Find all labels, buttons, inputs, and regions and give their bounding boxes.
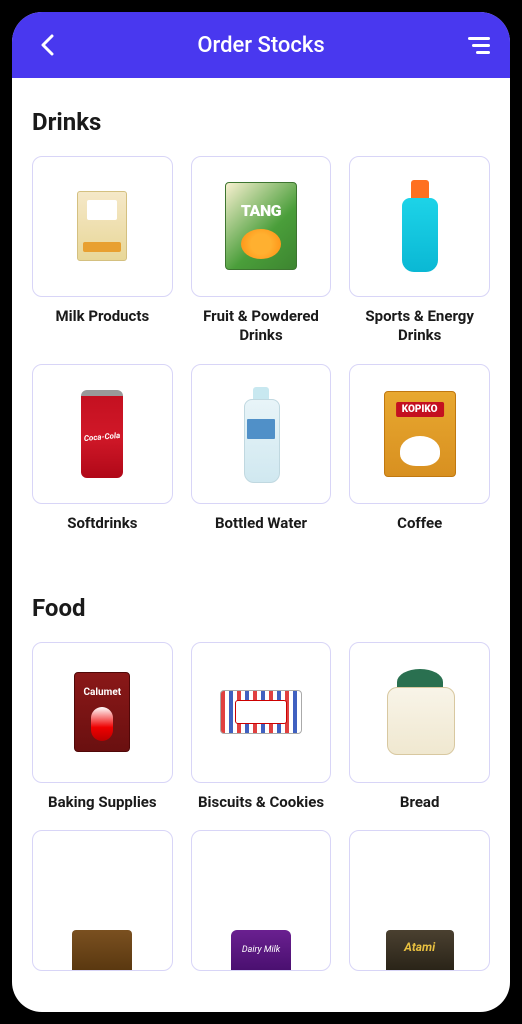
product-image (349, 156, 490, 297)
product-image (32, 830, 173, 971)
category-softdrinks[interactable]: Softdrinks (32, 364, 173, 534)
product-image (32, 156, 173, 297)
content-scroll[interactable]: Drinks Milk Products Fruit & Powdered Dr… (12, 78, 510, 1012)
menu-button[interactable] (460, 30, 490, 60)
water-bottle-icon (244, 387, 278, 481)
product-image (32, 642, 173, 783)
category-bread[interactable]: Bread (349, 642, 490, 812)
category-label: Sports & Energy Drinks (349, 307, 490, 346)
category-bottled-water[interactable]: Bottled Water (191, 364, 332, 534)
category-label: Bread (400, 793, 440, 813)
back-button[interactable] (32, 30, 62, 60)
category-label: Coffee (397, 514, 442, 534)
section-title-drinks: Drinks (32, 108, 490, 136)
milk-box-icon (77, 191, 127, 261)
category-label: Softdrinks (67, 514, 137, 534)
category-biscuits-cookies[interactable]: Biscuits & Cookies (191, 642, 332, 812)
product-image (191, 830, 332, 971)
coke-can-icon (81, 390, 123, 478)
product-image (191, 156, 332, 297)
partial-product-icon (72, 930, 132, 970)
atami-can-icon (386, 930, 454, 970)
biscuit-pack-icon (220, 690, 303, 734)
sports-bottle-icon (402, 180, 438, 272)
category-fruit-powdered-drinks[interactable]: Fruit & Powdered Drinks (191, 156, 332, 346)
tang-pack-icon (225, 182, 297, 270)
product-image (349, 364, 490, 505)
category-label: Baking Supplies (48, 793, 157, 813)
category-label: Bottled Water (215, 514, 307, 534)
page-title: Order Stocks (197, 33, 324, 58)
category-coffee[interactable]: Coffee (349, 364, 490, 534)
calumet-pack-icon (74, 672, 130, 752)
category-partial-1[interactable] (32, 830, 173, 971)
coffee-pack-icon (384, 391, 456, 477)
category-partial-3[interactable] (349, 830, 490, 971)
category-label: Milk Products (56, 307, 150, 327)
product-image (32, 364, 173, 505)
category-sports-energy-drinks[interactable]: Sports & Energy Drinks (349, 156, 490, 346)
category-partial-2[interactable] (191, 830, 332, 971)
app-header: Order Stocks (12, 12, 510, 78)
category-label: Biscuits & Cookies (198, 793, 324, 813)
category-milk-products[interactable]: Milk Products (32, 156, 173, 346)
product-image (349, 642, 490, 783)
category-label: Fruit & Powdered Drinks (191, 307, 332, 346)
screen: Order Stocks Drinks Milk Products Fruit … (12, 12, 510, 1012)
product-image (191, 642, 332, 783)
bread-pack-icon (387, 669, 453, 755)
chevron-left-icon (40, 34, 54, 56)
dairy-milk-icon (231, 930, 291, 970)
menu-icon (468, 37, 490, 40)
section-title-food: Food (32, 594, 490, 622)
product-image (349, 830, 490, 971)
drinks-grid: Milk Products Fruit & Powdered Drinks Sp… (32, 156, 490, 534)
product-image (191, 364, 332, 505)
device-frame: Order Stocks Drinks Milk Products Fruit … (0, 0, 522, 1024)
food-grid: Baking Supplies Biscuits & Cookies Bread (32, 642, 490, 971)
category-baking-supplies[interactable]: Baking Supplies (32, 642, 173, 812)
